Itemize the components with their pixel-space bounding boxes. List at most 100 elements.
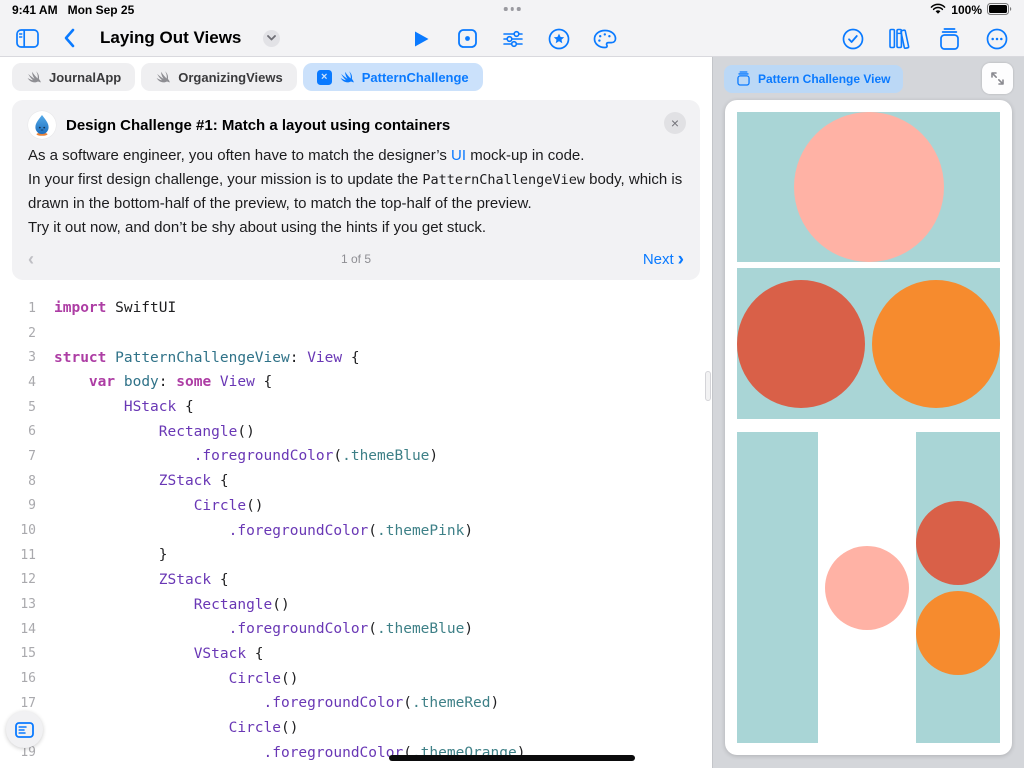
- run-button[interactable]: [408, 26, 434, 52]
- code-line-8[interactable]: 8 ZStack {: [0, 469, 712, 494]
- inline-code-token: PatternChallengeView: [422, 172, 585, 188]
- check-progress-button[interactable]: [840, 26, 866, 52]
- target-circle-orange: [872, 280, 1000, 408]
- code-line-9[interactable]: 9 Circle(): [0, 494, 712, 519]
- challenge-paragraph-2: In your first design challenge, your mis…: [28, 168, 684, 216]
- preview-tab-label: Pattern Challenge View: [758, 72, 891, 86]
- line-number: 6: [0, 424, 36, 439]
- status-bar: 9:41 AM Mon Sep 25 100%: [0, 0, 1024, 20]
- line-number: 3: [0, 350, 36, 365]
- app-stack-button[interactable]: [936, 26, 962, 52]
- line-number: 11: [0, 548, 36, 563]
- swift-bird-icon: [339, 70, 355, 85]
- line-number: 14: [0, 622, 36, 637]
- code-line-19[interactable]: 19 .foregroundColor(.themeOrange): [0, 740, 712, 765]
- editor-settings-icon[interactable]: [500, 26, 526, 52]
- line-number: 4: [0, 375, 36, 390]
- output-zstack-pink: [825, 432, 909, 743]
- library-button[interactable]: [888, 26, 914, 52]
- swift-bird-icon: [155, 70, 171, 85]
- line-number: 10: [0, 523, 36, 538]
- tab-OrganizingViews[interactable]: OrganizingViews: [141, 63, 297, 91]
- challenge-card: Design Challenge #1: Match a layout usin…: [12, 100, 700, 280]
- line-number: 7: [0, 449, 36, 464]
- line-number: 13: [0, 597, 36, 612]
- challenge-paragraph-3: Try it out now, and don’t be shy about u…: [28, 216, 684, 240]
- code-line-13[interactable]: 13 Rectangle(): [0, 592, 712, 617]
- line-number: 19: [0, 745, 36, 760]
- close-tab-icon[interactable]: ×: [317, 70, 332, 85]
- line-number: 2: [0, 326, 36, 341]
- code-line-6[interactable]: 6 Rectangle(): [0, 419, 712, 444]
- code-line-14[interactable]: 14 .foregroundColor(.themeBlue): [0, 617, 712, 642]
- current-output-hstack: [737, 432, 1000, 743]
- wifi-icon: [930, 3, 946, 18]
- clock: 9:41 AM: [12, 3, 58, 17]
- next-page-button[interactable]: Next›: [643, 250, 684, 269]
- battery-icon: [987, 3, 1012, 18]
- code-line-15[interactable]: 15 VStack {: [0, 642, 712, 667]
- line-number: 15: [0, 646, 36, 661]
- app-preview-button[interactable]: [454, 26, 480, 52]
- battery-percent: 100%: [951, 3, 982, 17]
- code-line-3[interactable]: 3struct PatternChallengeView: View {: [0, 345, 712, 370]
- target-rect-blue-2: [737, 268, 1000, 419]
- prev-page-button[interactable]: ‹: [28, 250, 34, 268]
- output-circle-orange: [916, 591, 1000, 675]
- code-line-16[interactable]: 16 Circle(): [0, 666, 712, 691]
- challenge-title: Design Challenge #1: Match a layout usin…: [66, 117, 450, 134]
- multitasking-dots-icon[interactable]: [504, 7, 521, 11]
- status-date: Mon Sep 25: [68, 3, 135, 17]
- tab-label: JournalApp: [49, 70, 121, 85]
- line-number: 12: [0, 572, 36, 587]
- home-indicator[interactable]: [389, 755, 635, 761]
- output-rect-blue-1: [737, 432, 818, 743]
- live-preview-canvas: [725, 100, 1012, 755]
- guide-star-button[interactable]: [546, 26, 572, 52]
- line-number: 1: [0, 301, 36, 316]
- line-number: 17: [0, 696, 36, 711]
- tab-label: OrganizingViews: [178, 70, 283, 85]
- output-circle-red: [916, 501, 1000, 585]
- sidebar-toggle-icon[interactable]: [14, 25, 40, 51]
- line-number: 16: [0, 671, 36, 686]
- target-circle-pink: [794, 112, 944, 262]
- mascot-drop-icon: [28, 111, 56, 139]
- back-button[interactable]: [56, 25, 82, 51]
- code-line-18[interactable]: 18 Circle(): [0, 716, 712, 741]
- code-line-7[interactable]: 7 .foregroundColor(.themeBlue): [0, 444, 712, 469]
- preview-tab[interactable]: Pattern Challenge View: [724, 65, 903, 93]
- tab-PatternChallenge[interactable]: × PatternChallenge: [303, 63, 483, 91]
- challenge-paragraph-1: As a software engineer, you often have t…: [28, 144, 684, 168]
- notes-fab-button[interactable]: [6, 711, 43, 748]
- line-number: 9: [0, 498, 36, 513]
- output-zstack-rect: [916, 432, 1000, 743]
- ui-glossary-link[interactable]: UI: [451, 147, 466, 164]
- page-indicator: 1 of 5: [341, 252, 371, 266]
- code-line-17[interactable]: 17 .foregroundColor(.themeRed): [0, 691, 712, 716]
- file-tabs: JournalApp OrganizingViews × PatternChallen…: [0, 57, 712, 96]
- more-options-button[interactable]: [984, 26, 1010, 52]
- preview-panel: Pattern Challenge View: [712, 57, 1024, 768]
- code-line-10[interactable]: 10 .foregroundColor(.themePink): [0, 518, 712, 543]
- close-card-button[interactable]: ×: [664, 112, 686, 134]
- code-line-5[interactable]: 5 HStack {: [0, 395, 712, 420]
- line-number: 8: [0, 474, 36, 489]
- code-line-2[interactable]: 2: [0, 321, 712, 346]
- target-rect-blue-1: [737, 112, 1000, 262]
- code-editor[interactable]: 1import SwiftUI 2 3struct PatternChallenge…: [0, 280, 712, 768]
- title-menu-chevron-icon[interactable]: [263, 30, 280, 47]
- line-number: 5: [0, 400, 36, 415]
- swift-bird-icon: [26, 70, 42, 85]
- tab-label: PatternChallenge: [362, 70, 469, 85]
- output-circle-pink: [825, 546, 909, 630]
- expand-preview-button[interactable]: [982, 63, 1013, 94]
- code-line-4[interactable]: 4 var body: some View {: [0, 370, 712, 395]
- palette-button[interactable]: [592, 26, 618, 52]
- document-title[interactable]: Laying Out Views: [100, 28, 241, 48]
- tab-JournalApp[interactable]: JournalApp: [12, 63, 135, 91]
- code-line-11[interactable]: 11 }: [0, 543, 712, 568]
- code-line-12[interactable]: 12 ZStack {: [0, 568, 712, 593]
- code-line-1[interactable]: 1import SwiftUI: [0, 296, 712, 321]
- panel-resize-handle[interactable]: [705, 371, 711, 401]
